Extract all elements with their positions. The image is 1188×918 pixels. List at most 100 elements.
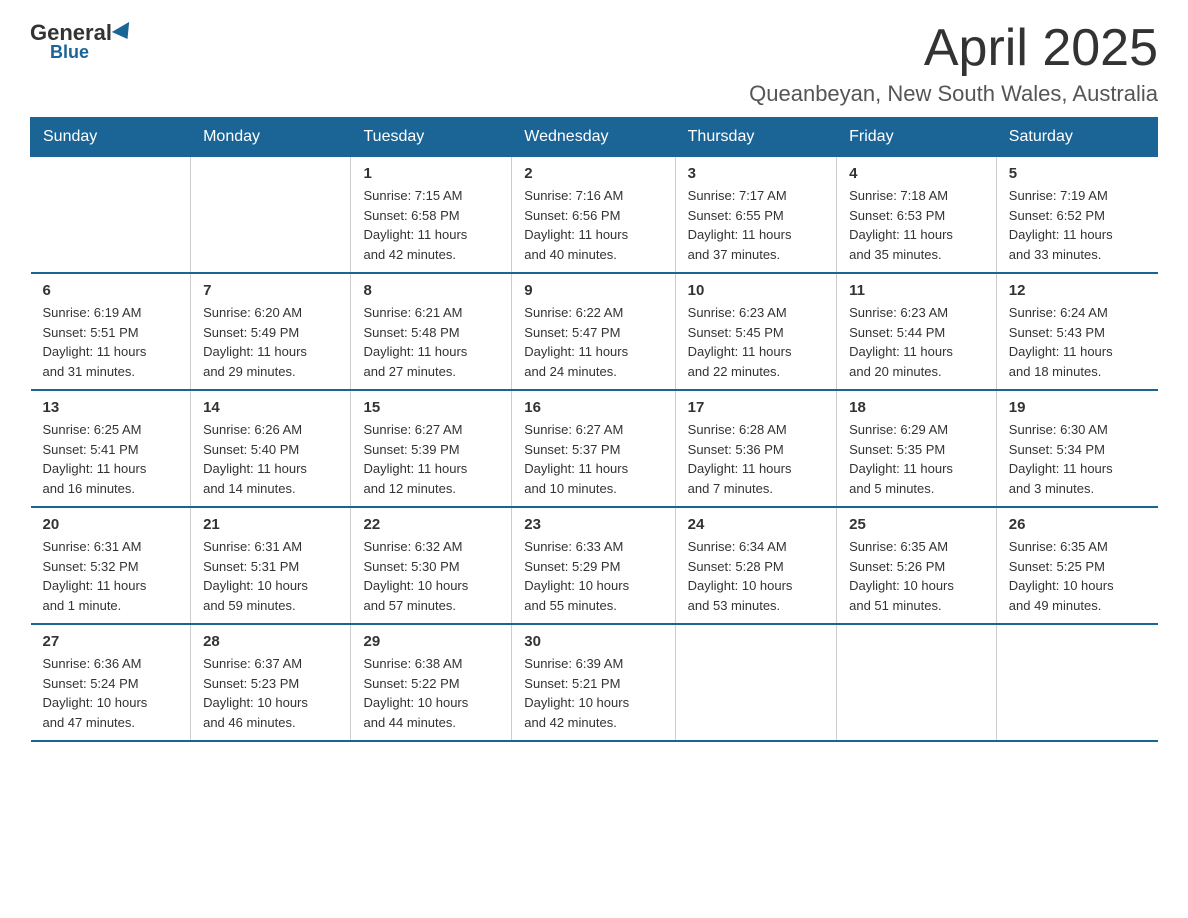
day-info: Sunrise: 6:25 AMSunset: 5:41 PMDaylight:…	[43, 420, 179, 498]
calendar-week-row: 27 Sunrise: 6:36 AMSunset: 5:24 PMDayligh…	[31, 624, 1158, 741]
day-info: Sunrise: 7:16 AMSunset: 6:56 PMDaylight:…	[524, 186, 662, 264]
logo-blue-text: Blue	[50, 42, 89, 63]
day-number: 7	[203, 282, 338, 299]
calendar-day-5: 5 Sunrise: 7:19 AMSunset: 6:52 PMDaylight…	[996, 157, 1157, 274]
day-number: 22	[363, 516, 499, 533]
day-info: Sunrise: 6:27 AMSunset: 5:37 PMDaylight:…	[524, 420, 662, 498]
calendar-day-11: 11 Sunrise: 6:23 AMSunset: 5:44 PMDayligh…	[837, 273, 997, 390]
day-number: 4	[849, 165, 984, 182]
day-number: 8	[363, 282, 499, 299]
calendar-day-21: 21Sunrise: 6:31 AMSunset: 5:31 PMDayligh…	[191, 507, 351, 624]
day-info: Sunrise: 6:35 AMSunset: 5:26 PMDaylight:…	[849, 537, 984, 615]
day-header-saturday: Saturday	[996, 118, 1157, 157]
day-info: Sunrise: 6:39 AMSunset: 5:21 PMDaylight:…	[524, 654, 662, 732]
day-info: Sunrise: 6:20 AMSunset: 5:49 PMDaylight:…	[203, 303, 338, 381]
day-info: Sunrise: 6:34 AMSunset: 5:28 PMDaylight:…	[688, 537, 824, 615]
day-number: 30	[524, 633, 662, 650]
day-number: 20	[43, 516, 179, 533]
day-header-thursday: Thursday	[675, 118, 836, 157]
day-info: Sunrise: 6:23 AMSunset: 5:45 PMDaylight:…	[688, 303, 824, 381]
empty-cell	[837, 624, 997, 741]
calendar-week-row: 20 Sunrise: 6:31 AMSunset: 5:32 PMDayligh…	[31, 507, 1158, 624]
day-info: Sunrise: 6:38 AMSunset: 5:22 PMDaylight:…	[363, 654, 499, 732]
day-number: 2	[524, 165, 662, 182]
day-info: Sunrise: 6:27 AMSunset: 5:39 PMDaylight:…	[363, 420, 499, 498]
empty-cell	[675, 624, 836, 741]
day-info: Sunrise: 6:23 AMSunset: 5:44 PMDaylight:…	[849, 303, 984, 381]
day-number: 29	[363, 633, 499, 650]
calendar-day-8: 8 Sunrise: 6:21 AMSunset: 5:48 PMDaylight…	[351, 273, 512, 390]
day-number: 13	[43, 399, 179, 416]
day-number: 5	[1009, 165, 1146, 182]
day-number: 9	[524, 282, 662, 299]
day-info: Sunrise: 6:29 AMSunset: 5:35 PMDaylight:…	[849, 420, 984, 498]
day-info: Sunrise: 6:32 AMSunset: 5:30 PMDaylight:…	[363, 537, 499, 615]
day-info: Sunrise: 6:19 AMSunset: 5:51 PMDaylight:…	[43, 303, 179, 381]
calendar-day-28: 28Sunrise: 6:37 AMSunset: 5:23 PMDayligh…	[191, 624, 351, 741]
day-header-tuesday: Tuesday	[351, 118, 512, 157]
empty-cell	[31, 157, 191, 274]
calendar-day-14: 14Sunrise: 6:26 AMSunset: 5:40 PMDayligh…	[191, 390, 351, 507]
calendar-day-4: 4Sunrise: 7:18 AMSunset: 6:53 PMDaylight…	[837, 157, 997, 274]
day-number: 24	[688, 516, 824, 533]
empty-cell	[191, 157, 351, 274]
calendar-day-24: 24 Sunrise: 6:34 AMSunset: 5:28 PMDayligh…	[675, 507, 836, 624]
calendar-day-17: 17 Sunrise: 6:28 AMSunset: 5:36 PMDayligh…	[675, 390, 836, 507]
day-number: 15	[363, 399, 499, 416]
day-info: Sunrise: 6:37 AMSunset: 5:23 PMDaylight:…	[203, 654, 338, 732]
calendar-day-1: 1 Sunrise: 7:15 AMSunset: 6:58 PMDaylight…	[351, 157, 512, 274]
calendar-day-6: 6Sunrise: 6:19 AMSunset: 5:51 PMDaylight…	[31, 273, 191, 390]
calendar-day-2: 2 Sunrise: 7:16 AMSunset: 6:56 PMDaylight…	[512, 157, 675, 274]
calendar-day-26: 26 Sunrise: 6:35 AMSunset: 5:25 PMDayligh…	[996, 507, 1157, 624]
day-info: Sunrise: 6:26 AMSunset: 5:40 PMDaylight:…	[203, 420, 338, 498]
title-section: April 2025 Queanbeyan, New South Wales, …	[749, 20, 1158, 107]
day-number: 19	[1009, 399, 1146, 416]
day-number: 23	[524, 516, 662, 533]
day-number: 1	[363, 165, 499, 182]
day-info: Sunrise: 6:31 AMSunset: 5:32 PMDaylight:…	[43, 537, 179, 615]
day-number: 11	[849, 282, 984, 299]
calendar-day-25: 25 Sunrise: 6:35 AMSunset: 5:26 PMDayligh…	[837, 507, 997, 624]
calendar-day-16: 16 Sunrise: 6:27 AMSunset: 5:37 PMDayligh…	[512, 390, 675, 507]
day-number: 27	[43, 633, 179, 650]
calendar-day-19: 19 Sunrise: 6:30 AMSunset: 5:34 PMDayligh…	[996, 390, 1157, 507]
calendar-table: SundayMondayTuesdayWednesdayThursdayFrid…	[30, 117, 1158, 742]
day-number: 25	[849, 516, 984, 533]
day-number: 26	[1009, 516, 1146, 533]
day-info: Sunrise: 7:15 AMSunset: 6:58 PMDaylight:…	[363, 186, 499, 264]
day-number: 17	[688, 399, 824, 416]
day-info: Sunrise: 6:36 AMSunset: 5:24 PMDaylight:…	[43, 654, 179, 732]
day-info: Sunrise: 6:35 AMSunset: 5:25 PMDaylight:…	[1009, 537, 1146, 615]
day-number: 3	[688, 165, 824, 182]
day-header-friday: Friday	[837, 118, 997, 157]
calendar-day-13: 13 Sunrise: 6:25 AMSunset: 5:41 PMDayligh…	[31, 390, 191, 507]
day-number: 10	[688, 282, 824, 299]
day-info: Sunrise: 6:22 AMSunset: 5:47 PMDaylight:…	[524, 303, 662, 381]
calendar-header: SundayMondayTuesdayWednesdayThursdayFrid…	[31, 118, 1158, 157]
calendar-day-27: 27 Sunrise: 6:36 AMSunset: 5:24 PMDayligh…	[31, 624, 191, 741]
day-number: 18	[849, 399, 984, 416]
location-title: Queanbeyan, New South Wales, Australia	[749, 81, 1158, 107]
logo-arrow-icon	[112, 22, 136, 44]
calendar-day-15: 15 Sunrise: 6:27 AMSunset: 5:39 PMDayligh…	[351, 390, 512, 507]
calendar-body: 1 Sunrise: 7:15 AMSunset: 6:58 PMDaylight…	[31, 157, 1158, 742]
day-info: Sunrise: 6:21 AMSunset: 5:48 PMDaylight:…	[363, 303, 499, 381]
calendar-day-20: 20 Sunrise: 6:31 AMSunset: 5:32 PMDayligh…	[31, 507, 191, 624]
day-info: Sunrise: 7:19 AMSunset: 6:52 PMDaylight:…	[1009, 186, 1146, 264]
day-header-row: SundayMondayTuesdayWednesdayThursdayFrid…	[31, 118, 1158, 157]
calendar-day-12: 12Sunrise: 6:24 AMSunset: 5:43 PMDayligh…	[996, 273, 1157, 390]
page-header: General Blue April 2025 Queanbeyan, New …	[30, 20, 1158, 107]
calendar-day-7: 7 Sunrise: 6:20 AMSunset: 5:49 PMDaylight…	[191, 273, 351, 390]
calendar-week-row: 6Sunrise: 6:19 AMSunset: 5:51 PMDaylight…	[31, 273, 1158, 390]
calendar-day-30: 30 Sunrise: 6:39 AMSunset: 5:21 PMDayligh…	[512, 624, 675, 741]
day-number: 16	[524, 399, 662, 416]
calendar-day-9: 9 Sunrise: 6:22 AMSunset: 5:47 PMDaylight…	[512, 273, 675, 390]
day-info: Sunrise: 6:28 AMSunset: 5:36 PMDaylight:…	[688, 420, 824, 498]
calendar-week-row: 13 Sunrise: 6:25 AMSunset: 5:41 PMDayligh…	[31, 390, 1158, 507]
day-info: Sunrise: 6:30 AMSunset: 5:34 PMDaylight:…	[1009, 420, 1146, 498]
calendar-day-18: 18 Sunrise: 6:29 AMSunset: 5:35 PMDayligh…	[837, 390, 997, 507]
empty-cell	[996, 624, 1157, 741]
day-header-monday: Monday	[191, 118, 351, 157]
calendar-day-29: 29 Sunrise: 6:38 AMSunset: 5:22 PMDayligh…	[351, 624, 512, 741]
day-header-wednesday: Wednesday	[512, 118, 675, 157]
